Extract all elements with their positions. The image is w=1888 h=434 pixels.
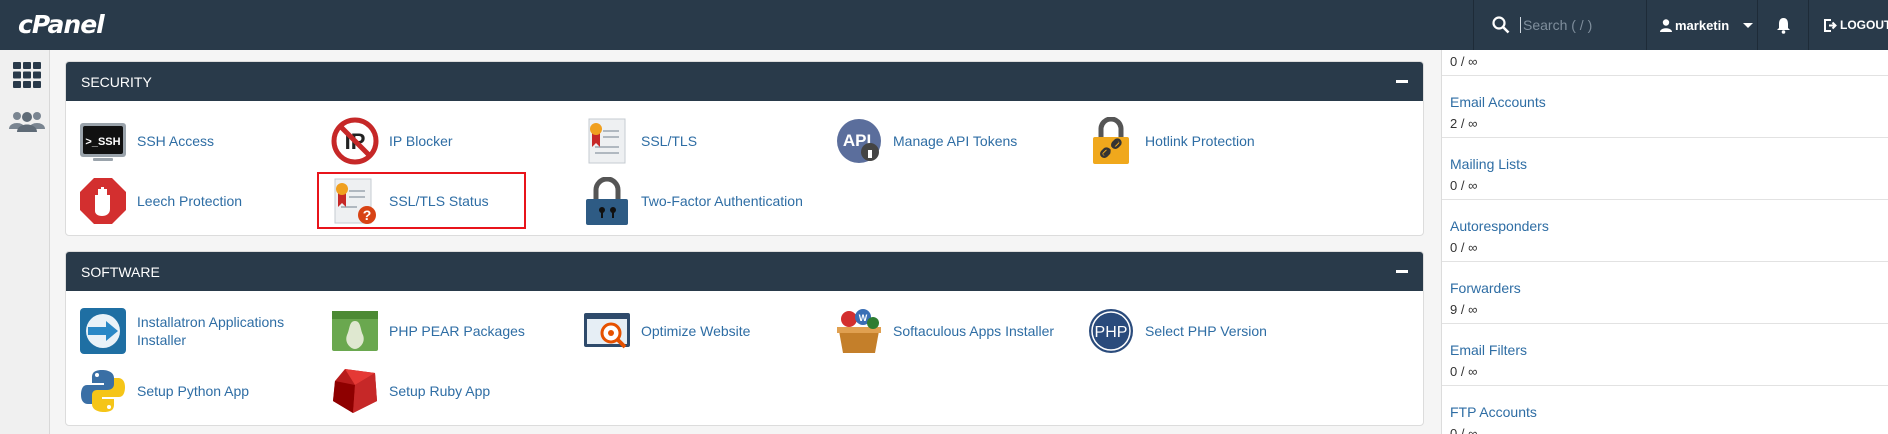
stats-panel: 0 / ∞ Email Accounts 2 / ∞ Mailing Lists… [1441,50,1888,434]
setup-python-app-link[interactable]: Setup Python App [79,367,249,415]
padlock-icon [583,177,631,225]
stat-name[interactable]: FTP Accounts [1450,404,1537,420]
stat-row: FTP Accounts 0 / ∞ [1442,386,1888,434]
api-icon: API [835,117,883,165]
php-pear-label: PHP PEAR Packages [389,323,525,339]
stat-row: Forwarders 9 / ∞ [1442,262,1888,324]
software-title: SOFTWARE [81,263,160,280]
padlock-link-icon [1087,117,1135,165]
optimize-website-link[interactable]: Optimize Website [583,307,750,355]
setup-ruby-app-link[interactable]: Setup Ruby App [331,367,490,415]
software-panel: SOFTWARE Installatron Applications Insta… [65,251,1424,426]
stat-row: Mailing Lists 0 / ∞ [1442,138,1888,200]
optimize-website-label: Optimize Website [641,323,751,339]
security-title: SECURITY [81,73,152,90]
stat-name[interactable]: Email Accounts [1450,94,1546,110]
cpanel-logo[interactable]: cPanel [18,10,105,39]
highlight-box [317,172,526,229]
stat-row: Email Filters 0 / ∞ [1442,324,1888,386]
ip-blocker-icon: IP [331,117,379,165]
stat-value: 0 / ∞ [1450,54,1478,69]
leech-protection-label: Leech Protection [137,193,243,209]
optimize-icon [583,307,631,355]
ssh-access-label: SSH Access [137,133,215,149]
stop-hand-icon [79,177,127,225]
ruby-icon [331,367,379,415]
ssl-tls-link[interactable]: SSL/TLS [583,117,697,165]
two-factor-authentication-label: Two-Factor Authentication [641,193,803,209]
certificate-icon [583,117,631,165]
stat-value: 0 / ∞ [1450,178,1478,193]
stat-row: Email Accounts 2 / ∞ [1442,76,1888,138]
stat-value: 0 / ∞ [1450,240,1478,255]
apps-grid-icon[interactable] [13,62,41,88]
stat-row: Autoresponders 0 / ∞ [1442,200,1888,262]
left-rail [0,50,50,434]
hotlink-protection-link[interactable]: Hotlink Protection [1087,117,1255,165]
hotlink-protection-label: Hotlink Protection [1145,133,1255,149]
ssh-access-link[interactable]: >_SSH SSH Access [79,117,214,165]
stat-value: 0 / ∞ [1450,364,1478,379]
stat-name[interactable]: Mailing Lists [1450,156,1527,172]
softaculous-label: Softaculous Apps Installer [893,323,1055,339]
setup-ruby-app-label: Setup Ruby App [389,383,491,399]
collapse-icon[interactable] [1396,80,1408,83]
select-php-version-label: Select PHP Version [1145,323,1267,339]
software-panel-header[interactable]: SOFTWARE [66,252,1423,291]
setup-python-app-label: Setup Python App [137,383,250,399]
installatron-label: Installatron Applications Installer [137,314,285,348]
ssl-tls-label: SSL/TLS [641,133,698,149]
svg-text:>_SSH: >_SSH [85,136,120,148]
stat-name[interactable]: Email Filters [1450,342,1527,358]
two-factor-authentication-link[interactable]: Two-Factor Authentication [583,177,803,225]
manage-api-tokens-link[interactable]: API Manage API Tokens [835,117,1017,165]
installatron-icon [79,307,127,355]
php-pear-link[interactable]: PHP PEAR Packages [331,307,525,355]
php-icon: PHP [1087,307,1135,355]
pear-icon [331,307,379,355]
installatron-link[interactable]: Installatron Applications Installer [79,307,317,355]
security-panel-header[interactable]: SECURITY [66,62,1423,101]
softaculous-link[interactable]: W Softaculous Apps Installer [835,307,1054,355]
ssh-terminal-icon: >_SSH [79,117,127,165]
svg-text:W: W [859,313,868,323]
stat-name[interactable]: Autoresponders [1450,218,1549,234]
python-icon [79,367,127,415]
stat-row: 0 / ∞ [1442,14,1888,76]
svg-text:PHP: PHP [1095,324,1128,341]
manage-api-tokens-label: Manage API Tokens [893,133,1018,149]
security-panel: SECURITY >_SSH SSH Access IP IP Blocker [65,61,1424,236]
leech-protection-link[interactable]: Leech Protection [79,177,242,225]
softaculous-icon: W [835,307,883,355]
stat-value: 9 / ∞ [1450,302,1478,317]
stat-name[interactable]: Forwarders [1450,280,1521,296]
select-php-version-link[interactable]: PHP Select PHP Version [1087,307,1267,355]
ip-blocker-label: IP Blocker [389,133,453,149]
collapse-icon[interactable] [1396,270,1408,273]
ip-blocker-link[interactable]: IP IP Blocker [331,117,453,165]
stat-value: 0 / ∞ [1450,426,1478,434]
users-icon[interactable] [9,110,45,132]
stat-value: 2 / ∞ [1450,116,1478,131]
